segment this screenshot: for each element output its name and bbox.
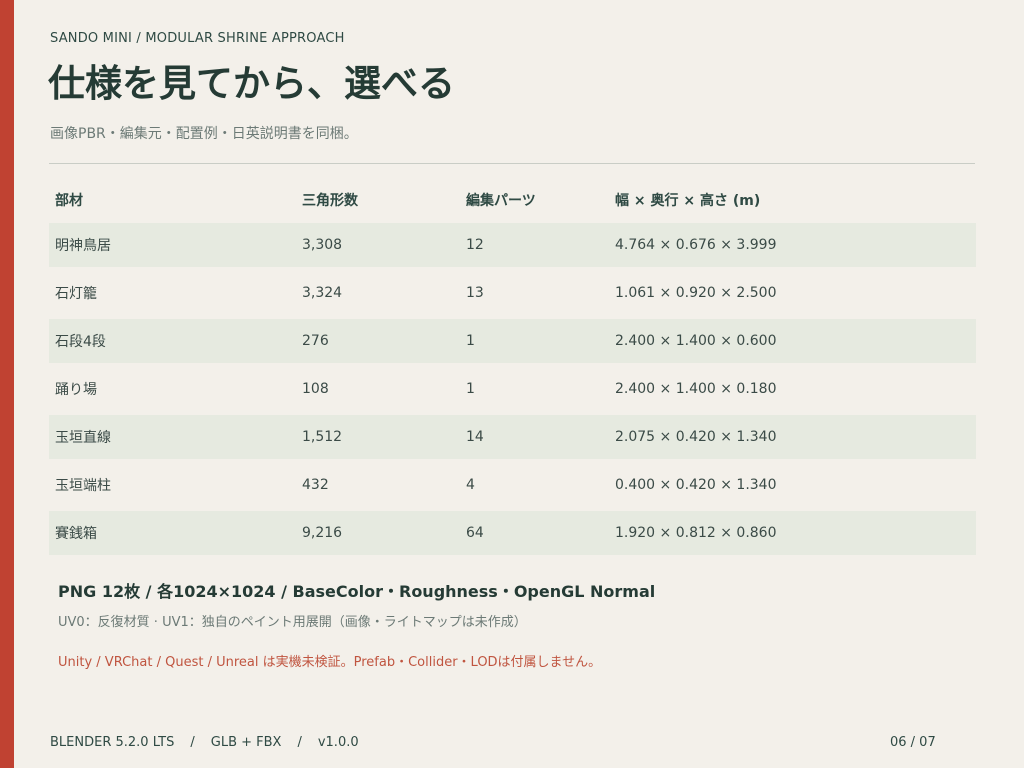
cell-part: 明神鳥居 [49,223,296,267]
cell-triangles: 9,216 [296,511,460,555]
cell-dimensions: 1.061 × 0.920 × 2.500 [615,285,777,301]
header-triangles: 三角形数 [302,192,358,209]
table-row: 石段4段 276 1 2.400 × 1.400 × 0.600 [49,319,976,363]
footer-separator: / [190,735,195,750]
header-part: 部材 [55,192,83,209]
table-row: 賽銭箱 9,216 64 1.920 × 0.812 × 0.860 [49,511,976,555]
cell-dimensions: 1.920 × 0.812 × 0.860 [609,511,976,555]
cell-part: 玉垣端柱 [55,478,111,494]
breadcrumb-kicker: SANDO MINI / MODULAR SHRINE APPROACH [50,31,345,46]
page-number: 06 / 07 [890,735,936,750]
cell-triangles: 276 [296,319,460,363]
cell-edit-parts: 13 [466,285,484,301]
cell-edit-parts: 64 [460,511,609,555]
cell-triangles: 432 [302,477,329,493]
spec-table: 部材 三角形数 編集パーツ 幅 × 奥行 × 高さ (m) 明神鳥居 3,308… [49,176,976,555]
cell-edit-parts: 1 [460,319,609,363]
cell-dimensions: 2.075 × 0.420 × 1.340 [609,415,976,459]
footer-release: v1.0.0 [317,735,359,750]
cell-edit-parts: 1 [466,381,475,397]
header-edit-parts: 編集パーツ [466,192,536,209]
cell-dimensions: 2.400 × 1.400 × 0.600 [609,319,976,363]
header-dimensions: 幅 × 奥行 × 高さ (m) [615,192,761,209]
cell-triangles: 3,308 [296,223,460,267]
cell-triangles: 108 [302,381,329,397]
table-header-row: 部材 三角形数 編集パーツ 幅 × 奥行 × 高さ (m) [49,176,976,223]
table-row: 玉垣端柱 432 4 0.400 × 0.420 × 1.340 [49,463,976,507]
page-title: 仕様を見てから、選べる [48,62,455,105]
footer-separator: / [297,735,302,750]
cell-part: 踊り場 [55,382,97,398]
cell-edit-parts: 14 [460,415,609,459]
cell-dimensions: 0.400 × 0.420 × 1.340 [615,477,777,493]
cell-part: 玉垣直線 [49,415,296,459]
cell-part: 石灯籠 [55,286,97,302]
cell-dimensions: 2.400 × 1.400 × 0.180 [615,381,777,397]
page-subtitle: 画像PBR・編集元・配置例・日英説明書を同梱。 [50,126,358,142]
compatibility-warning: Unity / VRChat / Quest / Unreal は実機未検証。P… [58,655,602,670]
cell-triangles: 3,324 [302,285,343,301]
table-row: 踊り場 108 1 2.400 × 1.400 × 0.180 [49,367,976,411]
cell-edit-parts: 4 [466,477,475,493]
table-row: 玉垣直線 1,512 14 2.075 × 0.420 × 1.340 [49,415,976,459]
uv-note: UV0：反復材質 · UV1：独自のペイント用展開（画像・ライトマップは未作成） [58,615,527,630]
table-row: 明神鳥居 3,308 12 4.764 × 0.676 × 3.999 [49,223,976,267]
cell-edit-parts: 12 [460,223,609,267]
cell-part: 賽銭箱 [49,511,296,555]
footer-blender-version: BLENDER 5.2.0 LTS [50,735,175,750]
footer-formats: GLB + FBX [210,735,282,750]
footer-meta: BLENDER 5.2.0 LTS / GLB + FBX / v1.0.0 [50,735,359,750]
cell-triangles: 1,512 [296,415,460,459]
header-divider [49,163,975,164]
table-row: 石灯籠 3,324 13 1.061 × 0.920 × 2.500 [49,271,976,315]
accent-side-bar [0,0,14,768]
texture-note: PNG 12枚 / 各1024×1024 / BaseColor・Roughne… [58,582,656,601]
cell-dimensions: 4.764 × 0.676 × 3.999 [609,223,976,267]
cell-part: 石段4段 [49,319,296,363]
